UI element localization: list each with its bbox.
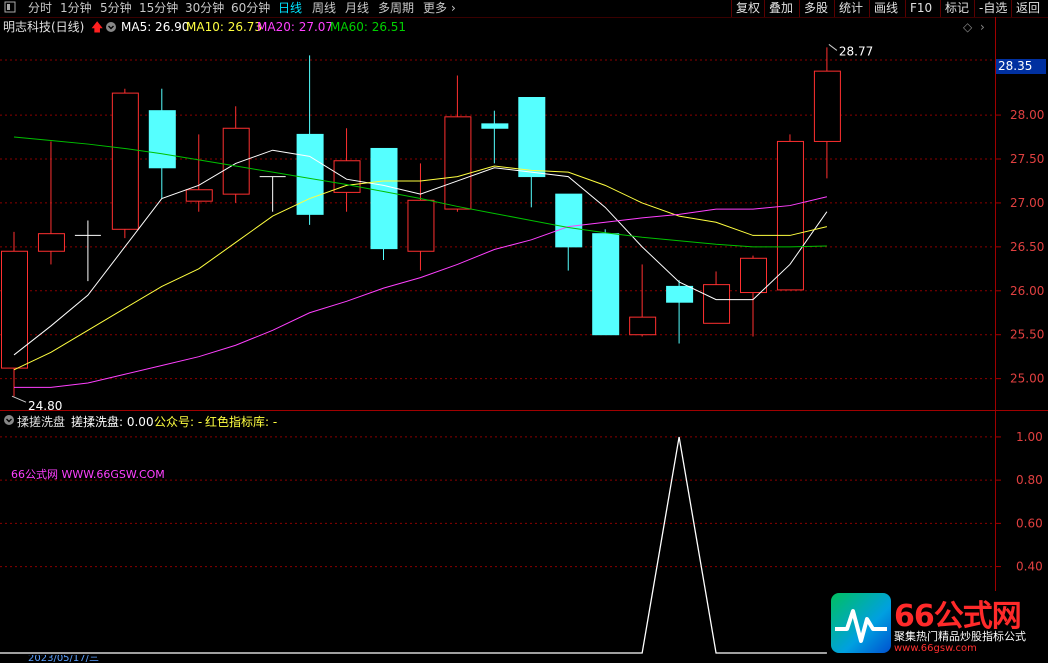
y-tick-label: 27.00 — [1010, 196, 1044, 210]
indicator-dropdown-icon[interactable] — [3, 413, 15, 430]
candle-body — [370, 147, 398, 250]
diamond-icon[interactable]: ◇ — [963, 20, 972, 34]
y-tick-label: 0.40 — [1016, 560, 1043, 574]
library-label: 红色指标库: - — [205, 415, 278, 429]
candle-body — [407, 199, 435, 252]
y-tick-label: 28.00 — [1010, 108, 1044, 122]
candle-body — [1, 250, 28, 369]
logo-mark-icon — [831, 593, 891, 653]
watermark-text: 66公式网 WWW.66GSW.COM — [11, 468, 165, 481]
date-cursor-label: 2023/05/17/三 — [28, 655, 100, 663]
y-tick-label: 26.50 — [1010, 240, 1044, 254]
candle-body — [444, 116, 472, 210]
y-tick-label: 0.60 — [1016, 516, 1043, 530]
indicator-value: 搓揉洗盘: 0.00 — [71, 415, 154, 429]
site-logo: 66公式网 聚集热门精品炒股指标公式 www.66gsw.com — [829, 591, 1048, 663]
low-marker-arrow — [11, 395, 27, 403]
candle-body — [37, 233, 65, 252]
candle-body — [222, 127, 250, 195]
chart-canvas[interactable]: 28.00 27.50 27.00 26.50 26.00 25.50 25.00 28.77… — [0, 0, 1048, 663]
candle-body — [518, 97, 546, 178]
y-tick-label: 25.00 — [1010, 372, 1044, 386]
candle-body — [555, 193, 583, 248]
candle-body — [776, 140, 804, 291]
logo-url: www.66gsw.com — [894, 643, 977, 654]
y-tick-label: 1.00 — [1016, 430, 1043, 444]
high-marker-arrow — [828, 44, 838, 51]
candle-body — [333, 160, 361, 193]
candle-body — [740, 257, 767, 294]
candle-body — [592, 233, 620, 336]
y-tick-label: 0.80 — [1016, 473, 1043, 487]
current-price-tag: 28.35 — [996, 59, 1046, 74]
price-axis-border — [995, 17, 996, 663]
indicator-title[interactable]: 揉搓洗盘 — [17, 413, 65, 430]
low-marker-label: 24.80 — [28, 399, 62, 413]
candle-body — [481, 123, 509, 129]
y-tick-label: 25.50 — [1010, 328, 1044, 342]
candle-body — [813, 70, 841, 142]
pane-divider[interactable] — [0, 410, 1048, 411]
logo-tagline: 聚集热门精品炒股指标公式 — [894, 630, 1026, 643]
candle-body — [703, 284, 731, 324]
wechat-label: 公众号: - — [154, 415, 203, 429]
y-tick-label: 27.50 — [1010, 152, 1044, 166]
y-tick-label: 26.00 — [1010, 284, 1044, 298]
chevron-right-icon[interactable]: › — [980, 20, 985, 34]
candle-body — [148, 110, 176, 169]
candle-body — [666, 285, 694, 303]
high-marker-label: 28.77 — [839, 44, 873, 58]
candle-body — [111, 92, 139, 230]
candle-body — [629, 316, 657, 336]
candle-body — [185, 189, 213, 202]
